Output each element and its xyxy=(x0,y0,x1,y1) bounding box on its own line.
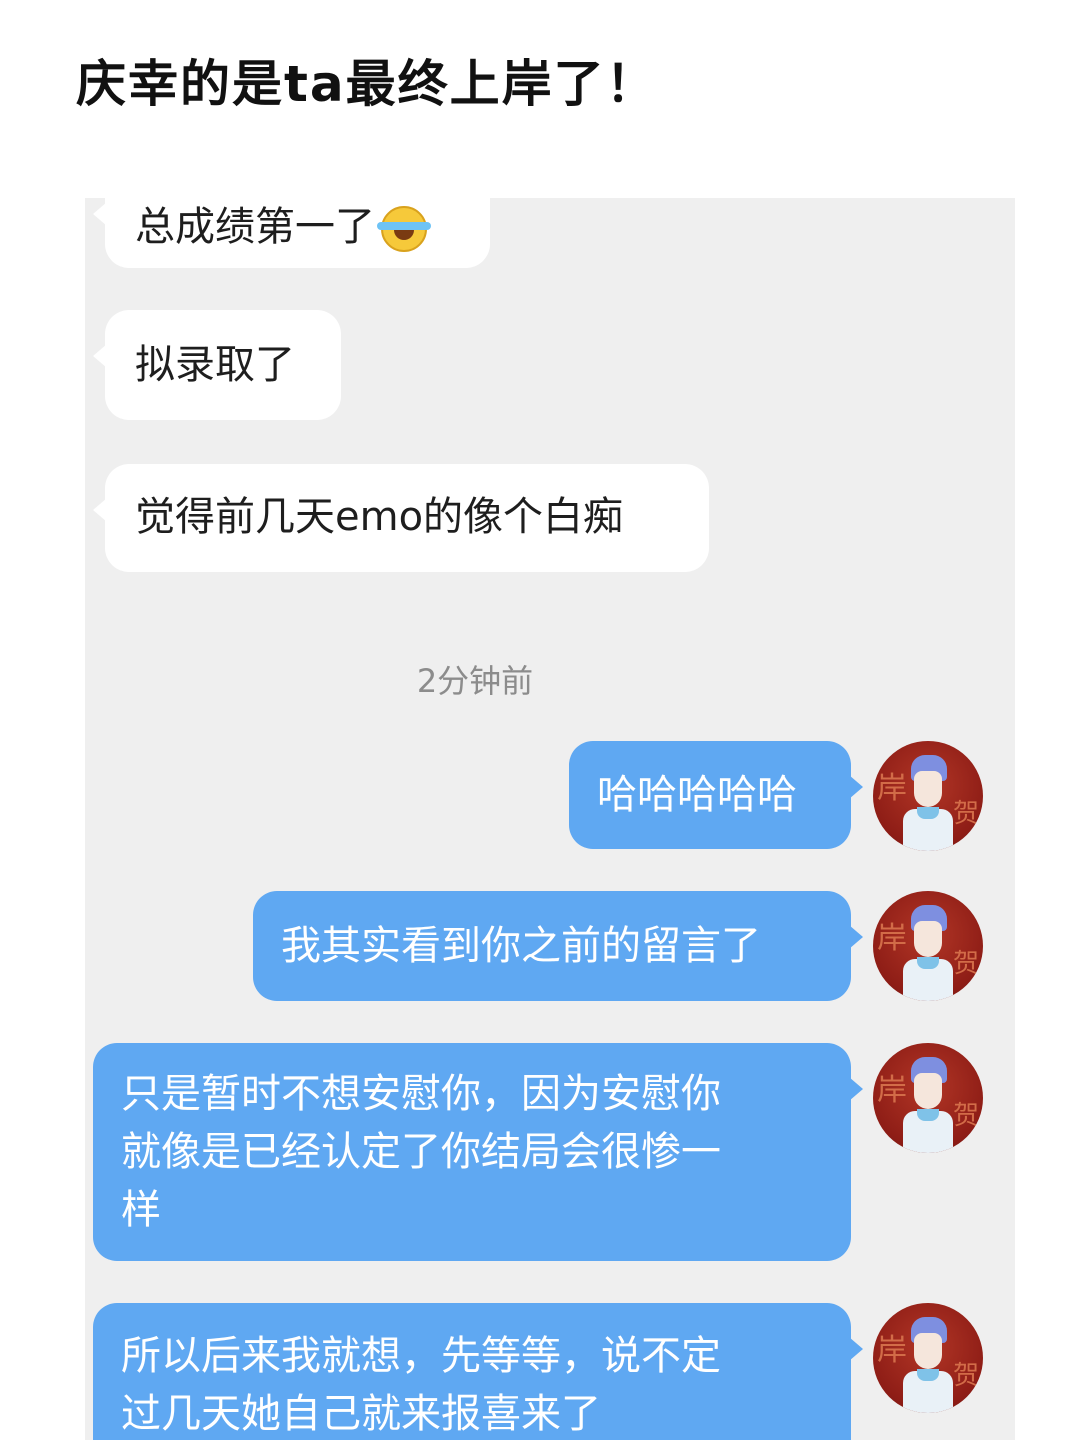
avatar-right-char: 贺 xyxy=(952,799,979,829)
message-line: 样 xyxy=(121,1187,161,1233)
incoming-message[interactable]: 觉得前几天emo的像个白痴 xyxy=(93,464,709,572)
laughing-tears-emoji-icon xyxy=(377,206,431,252)
outgoing-message[interactable]: 只是暂时不想安慰你，因为安慰你 就像是已经认定了你结局会很惨一 样 xyxy=(93,1043,863,1261)
avatar-left-char: 岸 xyxy=(877,1333,907,1368)
message-timestamp: 2分钟前 xyxy=(416,662,534,700)
message-line: 过几天她自己就来报喜来了 xyxy=(121,1391,601,1437)
user-avatar[interactable]: 岸 贺 xyxy=(873,891,983,1001)
avatar-collar xyxy=(917,957,939,969)
message-line: 只是暂时不想安慰你，因为安慰你 xyxy=(121,1071,721,1117)
user-avatar[interactable]: 岸 贺 xyxy=(873,1303,983,1413)
chat-screenshot: 总成绩第一了 拟录取了 觉得前几天emo的像个白痴 2分钟前 哈哈哈哈哈 岸 贺… xyxy=(85,198,1015,1440)
outgoing-message[interactable]: 所以后来我就想，先等等，说不定 过几天她自己就来报喜来了 xyxy=(93,1303,863,1440)
avatar-right-char: 贺 xyxy=(952,1101,979,1131)
post-title: 庆幸的是ta最终上岸了！ xyxy=(76,55,658,113)
avatar-collar xyxy=(917,1109,939,1121)
message-line: 就像是已经认定了你结局会很惨一 xyxy=(121,1129,721,1175)
incoming-message[interactable]: 拟录取了 xyxy=(93,310,341,420)
incoming-message[interactable]: 总成绩第一了 xyxy=(93,198,490,268)
message-line: 哈哈哈哈哈 xyxy=(597,772,797,818)
avatar-collar xyxy=(917,807,939,819)
avatar-right-char: 贺 xyxy=(952,949,979,979)
message-line: 我其实看到你之前的留言了 xyxy=(281,923,761,969)
outgoing-message[interactable]: 哈哈哈哈哈 xyxy=(569,741,863,849)
avatar-left-char: 岸 xyxy=(877,771,907,806)
avatar-collar xyxy=(917,1369,939,1381)
avatar-left-char: 岸 xyxy=(877,921,907,956)
message-text: 总成绩第一了 xyxy=(135,204,375,250)
message-text: 拟录取了 xyxy=(135,342,295,388)
outgoing-message[interactable]: 我其实看到你之前的留言了 xyxy=(253,891,863,1001)
avatar-right-char: 贺 xyxy=(952,1361,979,1391)
avatar-face xyxy=(914,1073,942,1109)
message-text: 觉得前几天emo的像个白痴 xyxy=(135,494,624,540)
user-avatar[interactable]: 岸 贺 xyxy=(873,741,983,851)
avatar-face xyxy=(914,1333,942,1369)
avatar-face xyxy=(914,921,942,957)
avatar-left-char: 岸 xyxy=(877,1073,907,1108)
avatar-face xyxy=(914,771,942,807)
user-avatar[interactable]: 岸 贺 xyxy=(873,1043,983,1153)
message-line: 所以后来我就想，先等等，说不定 xyxy=(121,1333,721,1379)
